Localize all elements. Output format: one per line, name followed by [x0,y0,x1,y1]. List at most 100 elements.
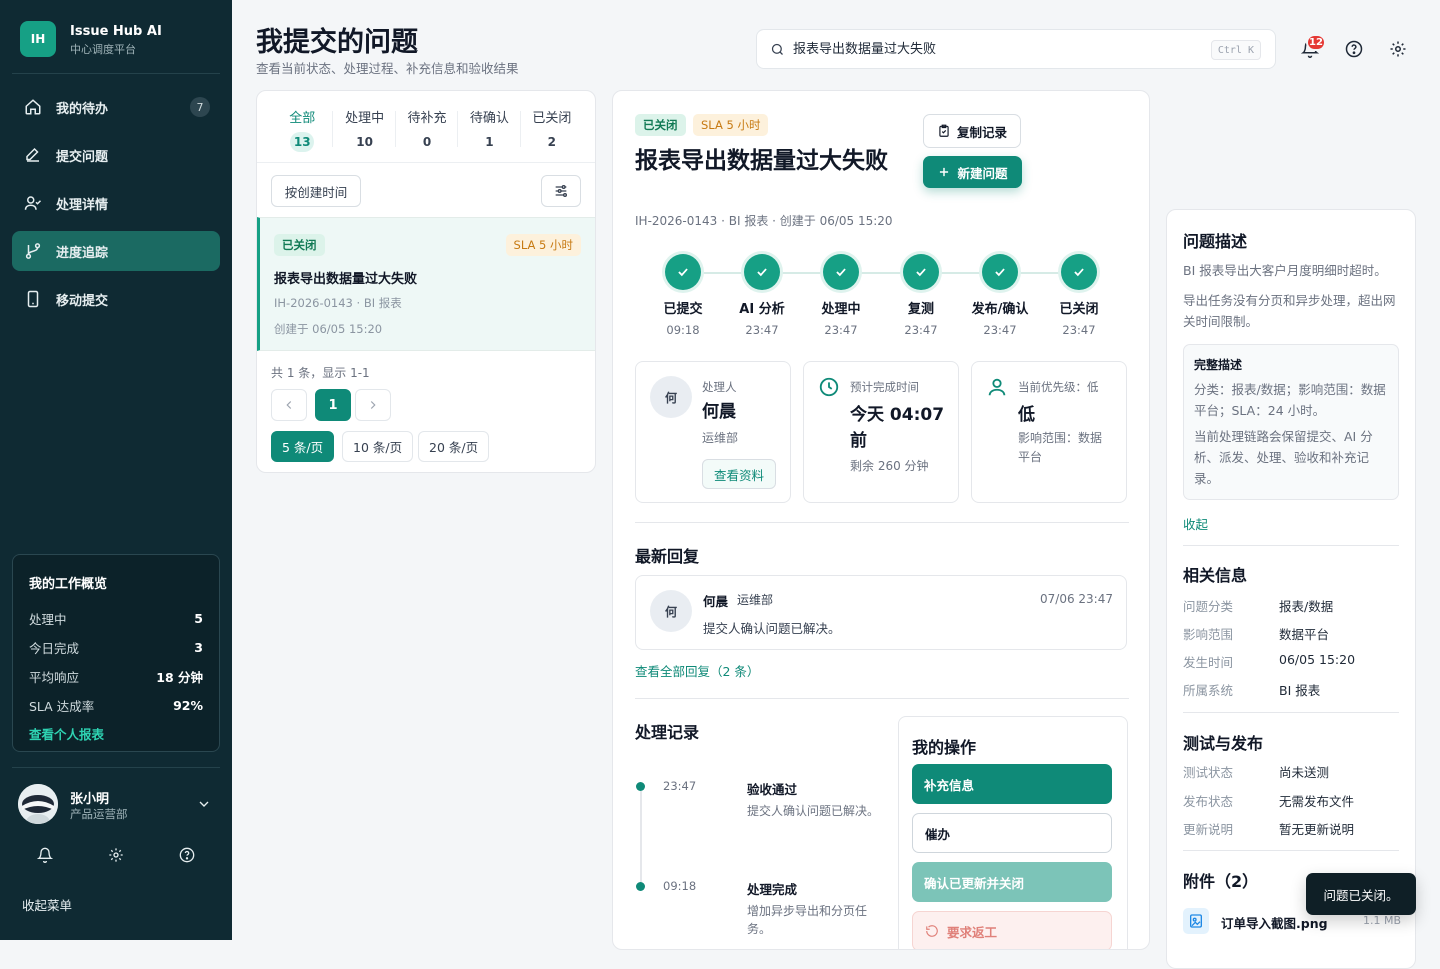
tab-count: 2 [547,135,556,149]
divider [1183,850,1399,851]
user-name: 张小明 [70,792,110,807]
view-profile-button[interactable]: 查看资料 [702,459,776,489]
tab-label: 处理中 [345,111,385,126]
divider [12,767,220,768]
progress-step: 复测 23:47 [881,254,961,337]
prev-page-button[interactable] [271,389,307,421]
page-size-10[interactable]: 10 条/页 [342,431,414,462]
urge-button[interactable]: 催办 [912,813,1112,853]
record-time: 23:47 [663,779,697,793]
help-icon[interactable] [1342,37,1366,61]
assignee-dept: 运维部 [702,431,739,445]
related-key: 所属系统 [1183,683,1234,698]
avatar: 何 [650,590,692,632]
page-size-5[interactable]: 5 条/页 [271,431,335,462]
overview-title: 我的工作概览 [29,577,108,592]
status-badge: 已关闭 [274,234,325,256]
progress-step: 发布/确认 23:47 [960,254,1040,337]
nav-item-details[interactable]: 处理详情 [12,183,220,223]
assignee-card: 何 处理人 何晨 运维部 查看资料 [635,361,791,503]
tab-pending-confirm[interactable]: 待确认 1 [458,91,522,162]
collapse-menu-button[interactable]: 收起菜单 [22,895,72,914]
filter-button[interactable] [541,175,581,207]
issue-created: 创建于 06/05 15:20 [274,322,383,336]
nav-item-submit[interactable]: 提交问题 [12,135,220,175]
release-value: 尚未送测 [1279,765,1330,780]
description-title: 问题描述 [1183,232,1248,251]
tab-processing[interactable]: 处理中 10 [333,91,397,162]
personal-report-link[interactable]: 查看个人报表 [29,724,203,743]
nav-label: 进度追踪 [56,245,109,261]
progress-step: AI 分析 23:47 [722,254,802,337]
step-label: 复测 [907,302,934,317]
nav-item-tracking[interactable]: 进度追踪 [12,231,220,271]
status-badge: 已关闭 [635,114,686,136]
copy-record-button[interactable]: 复制记录 [923,114,1021,148]
nav-item-mobile[interactable]: 移动提交 [12,279,220,319]
tab-all[interactable]: 全部 13 [271,91,334,162]
avatar: 何 [650,376,692,418]
new-issue-button[interactable]: 新建问题 [923,156,1022,188]
gear-icon[interactable] [104,843,128,867]
step-time: 23:47 [1062,323,1096,337]
issue-list-item[interactable]: 已关闭 SLA 5 小时 报表导出数据量过大失败 IH-2026-0143 · … [257,217,595,351]
latest-reply-title: 最新回复 [635,547,700,566]
chevron-down-icon[interactable] [196,796,212,812]
step-time: 23:47 [904,323,938,337]
tab-pending-info[interactable]: 待补充 0 [396,91,459,162]
tab-closed[interactable]: 已关闭 2 [521,91,583,162]
record-title: 处理完成 [747,882,798,897]
check-icon [903,254,939,290]
description-text: 导出任务没有分页和异步处理，超出网关时间限制。 [1183,293,1396,329]
tab-label: 待补充 [407,111,447,126]
eta-remaining: 剩余 260 分钟 [850,459,929,473]
eta-card: 预计完成时间 今天 04:07 前 剩余 260 分钟 [803,361,959,503]
chevron-right-icon [370,401,376,409]
settings-gear-icon[interactable] [1386,37,1410,61]
overview-value: 92% [173,698,203,713]
step-label: 已提交 [663,302,703,317]
related-key: 发生时间 [1183,655,1234,670]
nav-item-todo[interactable]: 我的待办 7 [12,87,220,127]
help-icon[interactable] [175,843,199,867]
page-size-20[interactable]: 20 条/页 [418,431,490,462]
user-profile[interactable]: 张小明 产品运营部 [18,784,220,824]
step-time: 23:47 [824,323,858,337]
page-button[interactable]: 1 [315,389,351,421]
sort-button[interactable]: 按创建时间 [271,175,361,207]
reply-dept: 运维部 [737,593,774,607]
nav-label: 处理详情 [56,197,109,213]
collapse-description-link[interactable]: 收起 [1183,514,1208,533]
tab-count: 1 [485,135,494,149]
next-page-button[interactable] [355,389,391,421]
record-desc: 提交人确认问题已解决。 [747,804,880,818]
undo-icon [926,925,938,937]
bell-icon[interactable] [33,843,57,867]
view-all-replies-link[interactable]: 查看全部回复（2 条） [635,661,759,680]
search-input[interactable] [793,40,1193,55]
overview-row: 平均响应 18 分钟 [29,662,203,691]
toast-notification: 问题已关闭。 [1306,873,1416,915]
request-rework-button[interactable]: 要求返工 [912,911,1112,949]
priority-scope: 影响范围：数据 [1018,431,1103,445]
tab-count: 0 [422,135,432,149]
overview-value: 5 [194,611,203,626]
step-time: 23:47 [983,323,1017,337]
add-info-button[interactable]: 补充信息 [912,764,1112,804]
overview-label: 今日完成 [29,641,80,656]
release-value: 暂无更新说明 [1279,822,1355,837]
record-time: 09:18 [663,879,697,893]
nav-label: 提交问题 [56,149,109,165]
git-branch-icon [25,243,41,259]
search-box[interactable]: Ctrl K [756,29,1276,69]
record-title: 验收通过 [747,782,798,797]
release-key: 发布状态 [1183,794,1234,809]
issue-title: 报表导出数据量过大失败 [635,148,888,174]
records-title: 处理记录 [635,723,700,742]
tab-count: 10 [356,135,373,149]
overview-row: 今日完成 3 [29,633,203,662]
timeline-dot [636,782,645,791]
divider [12,73,220,74]
actions-title: 我的操作 [912,738,977,757]
confirm-close-button[interactable]: 确认已更新并关闭 [912,862,1112,902]
